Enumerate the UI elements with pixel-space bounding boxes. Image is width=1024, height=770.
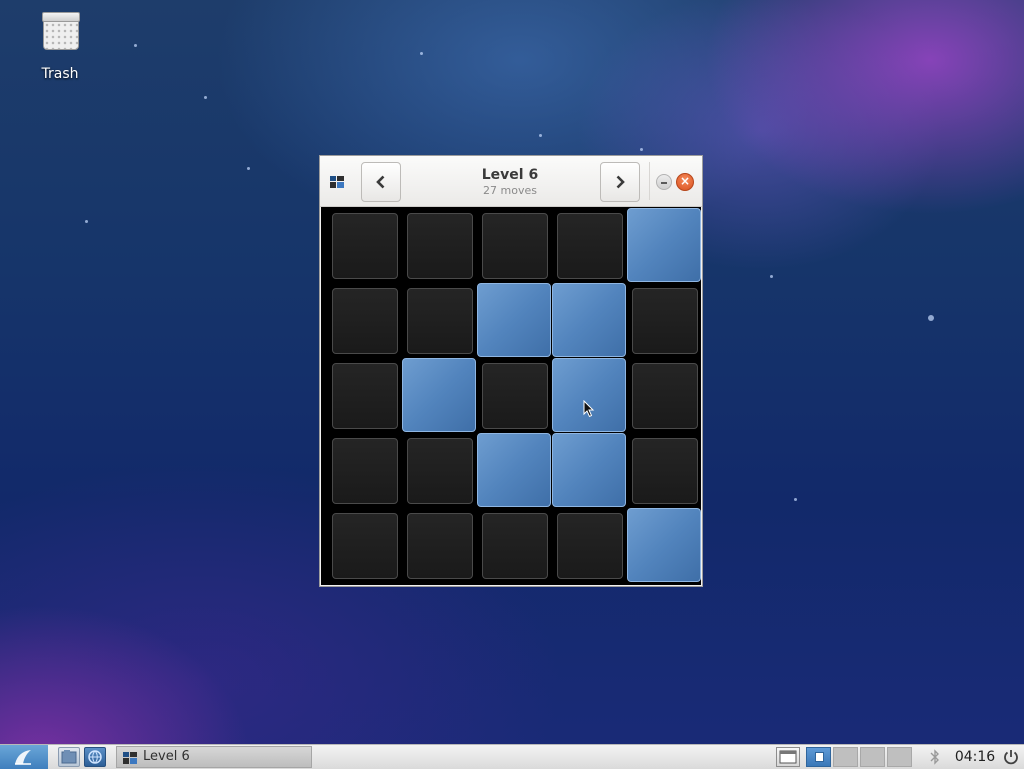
- board-tile-r1-c2[interactable]: [407, 213, 473, 279]
- previous-level-button[interactable]: [361, 162, 401, 202]
- board-tile-r4-c4[interactable]: [552, 433, 626, 507]
- browser-icon: [88, 750, 102, 764]
- power-icon[interactable]: [1002, 748, 1020, 766]
- next-level-button[interactable]: [600, 162, 640, 202]
- workspace-2[interactable]: [833, 747, 858, 767]
- start-menu-button[interactable]: [0, 745, 48, 769]
- board-tile-r4-c1[interactable]: [332, 438, 398, 504]
- game-window: Level 6 27 moves ×: [319, 155, 703, 587]
- file-manager-icon: [61, 750, 77, 764]
- star: [247, 167, 250, 170]
- star: [85, 220, 88, 223]
- close-icon: ×: [679, 174, 691, 188]
- window-title: Level 6: [481, 167, 539, 183]
- show-desktop-button[interactable]: [776, 747, 800, 767]
- board-tile-r2-c3[interactable]: [477, 283, 551, 357]
- lights-off-game-icon: [123, 752, 137, 764]
- board-tile-r3-c4[interactable]: [552, 358, 626, 432]
- taskbar: Level 6 04:16: [0, 744, 1024, 769]
- close-button[interactable]: ×: [676, 173, 694, 191]
- board-tile-r3-c1[interactable]: [332, 363, 398, 429]
- board-tile-r5-c3[interactable]: [482, 513, 548, 579]
- desktop-icon-label: Trash: [41, 66, 79, 82]
- header-separator: [649, 162, 650, 200]
- board-tile-r5-c2[interactable]: [407, 513, 473, 579]
- browser-launcher[interactable]: [84, 747, 106, 767]
- minimize-button[interactable]: [656, 174, 672, 190]
- trash-icon: [41, 10, 80, 50]
- board-tile-r2-c5[interactable]: [632, 288, 698, 354]
- workspace-3[interactable]: [860, 747, 885, 767]
- board-tile-r1-c1[interactable]: [332, 213, 398, 279]
- star: [640, 148, 643, 151]
- board-tile-r1-c3[interactable]: [482, 213, 548, 279]
- taskbar-task-level-6[interactable]: Level 6: [116, 746, 312, 768]
- chevron-left-icon: [376, 175, 385, 189]
- clock[interactable]: 04:16: [953, 745, 997, 769]
- workspace-1[interactable]: [806, 747, 831, 767]
- chevron-right-icon: [616, 175, 625, 189]
- star: [770, 275, 773, 278]
- header-bar: Level 6 27 moves ×: [320, 156, 702, 207]
- board-tile-r2-c4[interactable]: [552, 283, 626, 357]
- moves-counter: 27 moves: [483, 184, 537, 197]
- file-manager-launcher[interactable]: [58, 747, 80, 767]
- board-tile-r1-c5[interactable]: [627, 208, 701, 282]
- board-tile-r5-c5[interactable]: [627, 508, 701, 582]
- lights-off-game-icon: [330, 176, 344, 188]
- game-board: [321, 207, 701, 585]
- board-tile-r3-c2[interactable]: [402, 358, 476, 432]
- board-tile-r5-c4[interactable]: [557, 513, 623, 579]
- board-tile-r5-c1[interactable]: [332, 513, 398, 579]
- board-tile-r1-c4[interactable]: [557, 213, 623, 279]
- star: [204, 96, 207, 99]
- star: [794, 498, 797, 501]
- board-tile-r2-c1[interactable]: [332, 288, 398, 354]
- board-tile-r4-c2[interactable]: [407, 438, 473, 504]
- star: [420, 52, 423, 55]
- bluetooth-icon[interactable]: [928, 749, 942, 765]
- star: [134, 44, 137, 47]
- taskbar-task-label: Level 6: [143, 749, 190, 764]
- workspace-4[interactable]: [887, 747, 912, 767]
- board-tile-r2-c2[interactable]: [407, 288, 473, 354]
- title-block: Level 6 27 moves: [410, 166, 610, 198]
- board-tile-r4-c3[interactable]: [477, 433, 551, 507]
- star: [539, 134, 542, 137]
- desktop: Trash Level 6 27 moves ×: [0, 0, 1024, 768]
- mouse-pointer-icon: [583, 400, 595, 418]
- desktop-icon-trash[interactable]: Trash: [30, 10, 90, 82]
- board-tile-r3-c5[interactable]: [632, 363, 698, 429]
- board-tile-r4-c5[interactable]: [632, 438, 698, 504]
- star: [928, 315, 934, 321]
- board-tile-r3-c3[interactable]: [482, 363, 548, 429]
- start-menu-icon: [15, 750, 31, 765]
- show-desktop-icon: [779, 750, 797, 764]
